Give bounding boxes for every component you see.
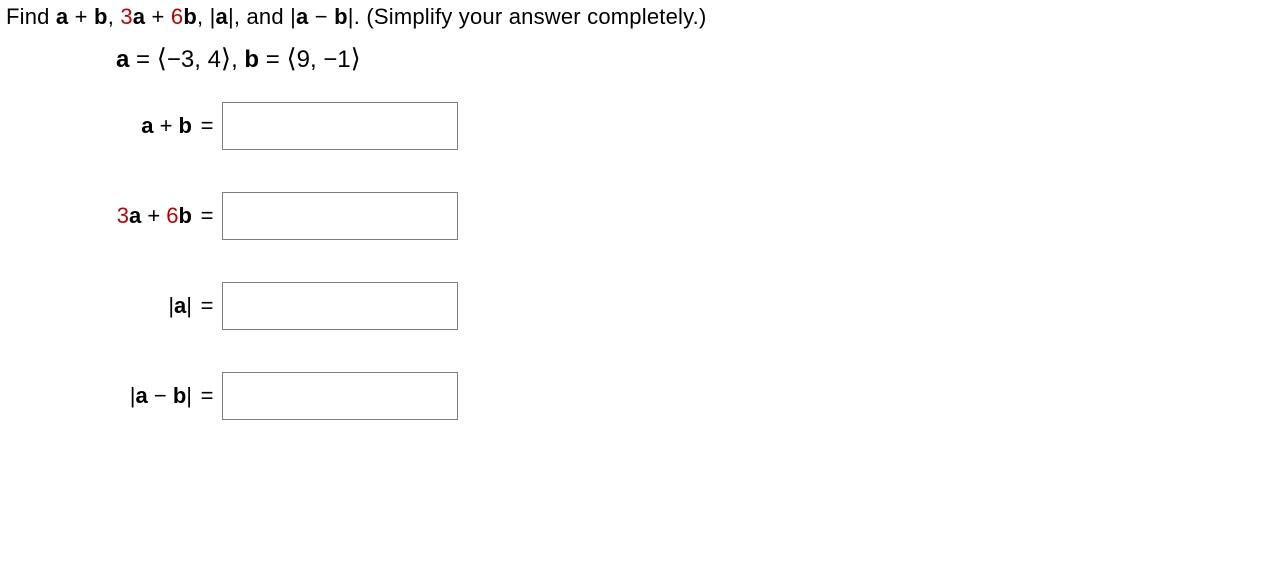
r2-a: a <box>129 203 141 228</box>
r1-a: a <box>141 113 153 138</box>
row-abs-a: |a| = <box>12 282 1255 330</box>
label-a-plus-b: a + b <box>12 113 192 139</box>
prompt-e2-b: b <box>183 4 197 29</box>
given-a-vals: −3, 4 <box>167 46 221 73</box>
given-b-open: ⟨ <box>286 44 296 73</box>
r2-b: b <box>179 203 192 228</box>
question-prompt: Find a + b, 3a + 6b, |a|, and |a − b|. (… <box>6 4 1255 30</box>
answer-input-a-plus-b[interactable] <box>222 102 458 150</box>
label-3a-plus-6b: 3a + 6b <box>12 203 192 229</box>
r4-b: b <box>173 383 186 408</box>
given-b-eq: = <box>259 46 286 73</box>
r4-a: a <box>136 383 148 408</box>
r1-b: b <box>179 113 192 138</box>
prompt-find: Find <box>6 4 56 29</box>
given-b-close: ⟩ <box>351 44 361 73</box>
given-a-eq: = <box>129 46 156 73</box>
r2-3: 3 <box>117 203 129 228</box>
given-gap: , <box>231 46 244 73</box>
given-b-vals: 9, −1 <box>297 46 351 73</box>
prompt-period: . <box>354 4 367 29</box>
question-container: Find a + b, 3a + 6b, |a|, and |a − b|. (… <box>0 0 1261 424</box>
r4-eq: = <box>192 383 222 409</box>
prompt-e3-a: a <box>216 4 228 29</box>
r4-minus: − <box>148 383 173 408</box>
prompt-e2-3: 3 <box>120 4 132 29</box>
r1-plus: + <box>153 113 178 138</box>
label-abs-a-minus-b: |a − b| <box>12 383 192 409</box>
prompt-e2-a: a <box>133 4 145 29</box>
given-vectors: a = ⟨−3, 4⟩, b = ⟨9, −1⟩ <box>116 44 1255 74</box>
prompt-e4-a: a <box>296 4 308 29</box>
answer-input-abs-a-minus-b[interactable] <box>222 372 458 420</box>
r2-plus: + <box>141 203 166 228</box>
label-abs-a: |a| <box>12 293 192 319</box>
r2-6: 6 <box>166 203 178 228</box>
given-a-label: a <box>116 46 129 73</box>
row-abs-a-minus-b: |a − b| = <box>12 372 1255 420</box>
r1-eq: = <box>192 113 222 139</box>
row-a-plus-b: a + b = <box>12 102 1255 150</box>
row-3a-plus-6b: 3a + 6b = <box>12 192 1255 240</box>
r2-eq: = <box>192 203 222 229</box>
prompt-e4-b: b <box>334 4 348 29</box>
prompt-and: , and <box>234 4 290 29</box>
r3-eq: = <box>192 293 222 319</box>
answer-input-3a-plus-6b[interactable] <box>222 192 458 240</box>
given-b-label: b <box>244 46 259 73</box>
prompt-hint: (Simplify your answer completely.) <box>366 4 706 29</box>
prompt-sep1: , <box>108 4 121 29</box>
answer-input-abs-a[interactable] <box>222 282 458 330</box>
given-a-close: ⟩ <box>221 44 231 73</box>
given-a-open: ⟨ <box>157 44 167 73</box>
prompt-sep2: , <box>197 4 210 29</box>
prompt-e2-plus: + <box>145 4 171 29</box>
prompt-e2-6: 6 <box>171 4 183 29</box>
prompt-e1-a: a <box>56 4 68 29</box>
prompt-e4-minus: − <box>308 4 334 29</box>
prompt-e1-plus: + <box>68 4 94 29</box>
prompt-e1-b: b <box>94 4 108 29</box>
r3-a: a <box>174 293 186 318</box>
